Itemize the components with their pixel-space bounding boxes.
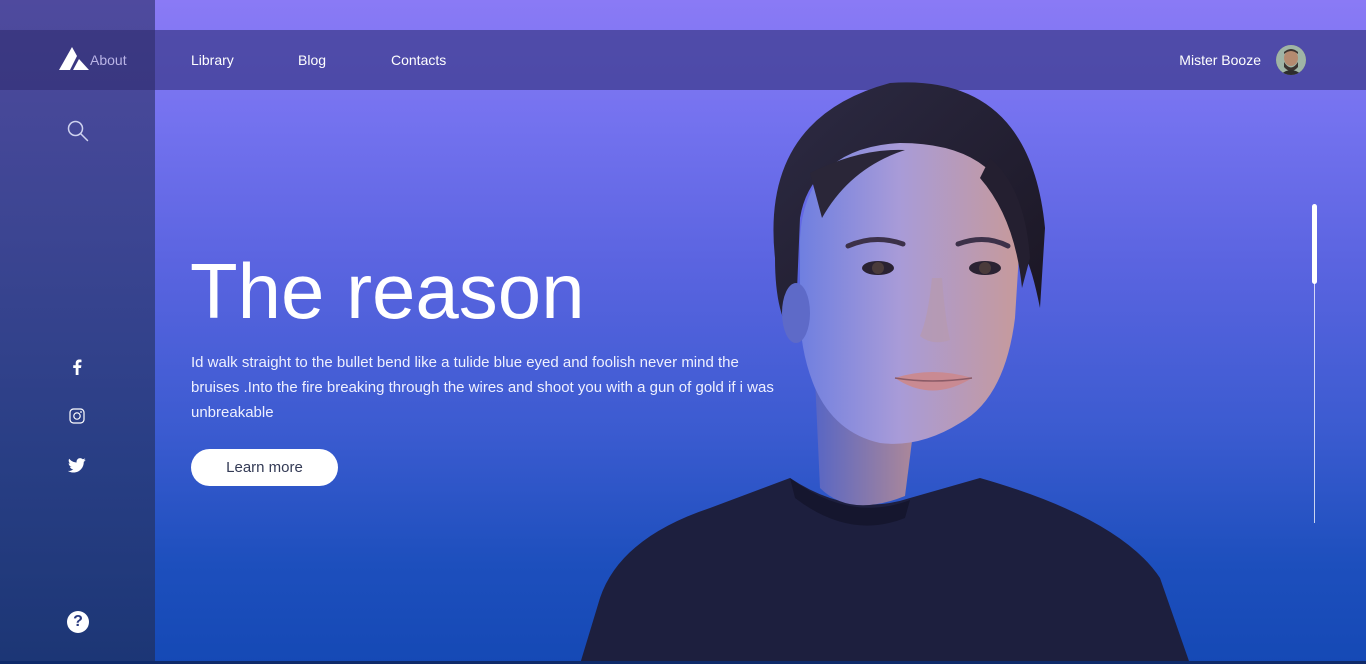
user-name[interactable]: Mister Booze (1179, 52, 1261, 68)
facebook-icon[interactable] (66, 356, 88, 378)
hero-title: The reason (190, 247, 585, 335)
help-icon[interactable]: ? (67, 611, 89, 633)
twitter-icon[interactable] (66, 454, 88, 476)
instagram-icon[interactable] (66, 405, 88, 427)
nav-blog-link[interactable]: Blog (298, 52, 326, 68)
scroll-thumb[interactable] (1312, 204, 1317, 284)
page: About Library Blog Contacts Mister Booze (0, 0, 1366, 664)
sidebar (0, 0, 155, 664)
avatar-face-icon (1276, 45, 1306, 75)
search-icon[interactable] (66, 119, 90, 143)
nav-about-link[interactable]: About (90, 52, 127, 68)
user-avatar[interactable] (1276, 45, 1306, 75)
hero-description: Id walk straight to the bullet bend like… (191, 354, 774, 421)
nav-contacts-link[interactable]: Contacts (391, 52, 446, 68)
mountain-logo-icon[interactable] (59, 46, 91, 72)
learn-more-button[interactable]: Learn more (191, 449, 338, 486)
nav-library-link[interactable]: Library (191, 52, 234, 68)
